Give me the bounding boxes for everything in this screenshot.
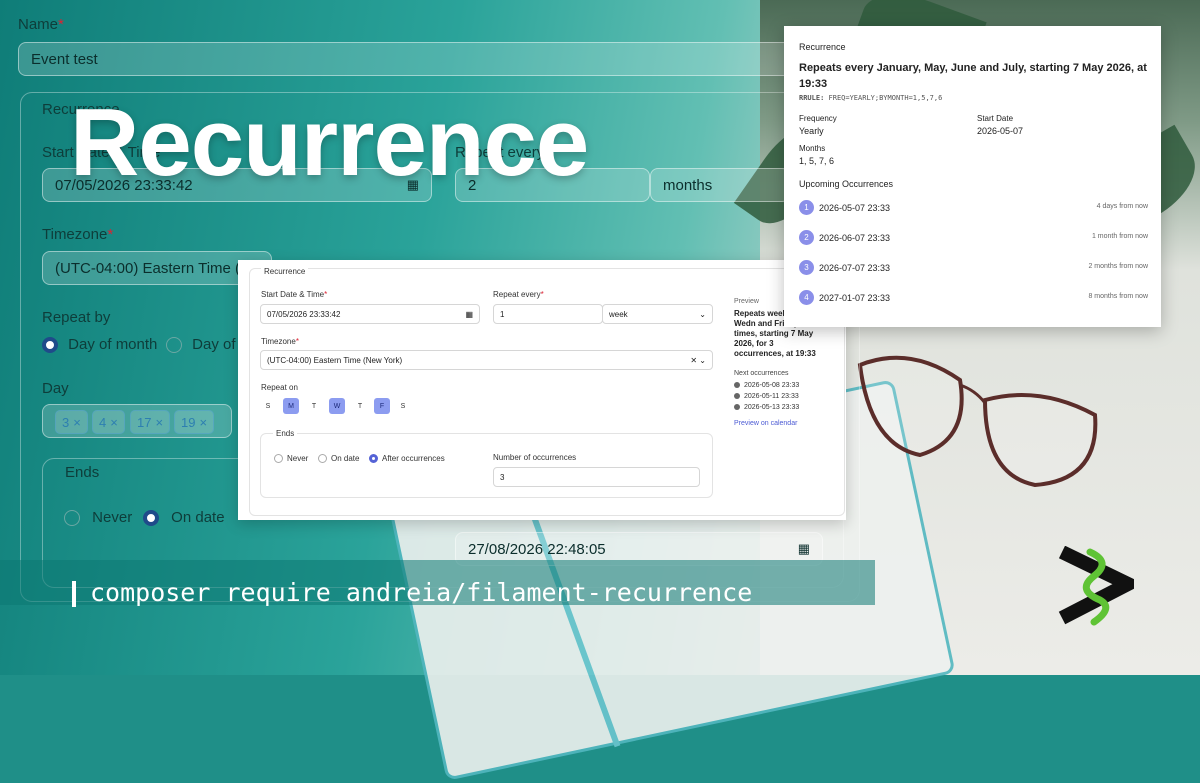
ends-label: Ends: [65, 464, 100, 481]
frequency-label: Frequency: [799, 114, 837, 123]
radio-icon: [64, 510, 80, 527]
radio-selected-icon: [42, 337, 58, 354]
day-toggle-tue[interactable]: T: [306, 398, 322, 414]
repeat-on-label: Repeat on: [261, 383, 298, 392]
timezone-label: Timezone: [261, 337, 296, 346]
repeat-by-day-of[interactable]: Day of: [166, 336, 236, 354]
occurrence-date: 2026-06-07 23:33: [819, 233, 891, 243]
repeat-by-label: Repeat by: [42, 309, 111, 326]
next-occurrence: 2026-05-13 23:33: [734, 404, 799, 411]
ends-section: [260, 433, 713, 498]
brand-logo-icon: [1058, 546, 1134, 626]
preview-calendar-link[interactable]: Preview on calendar: [734, 420, 797, 427]
remove-icon[interactable]: ×: [73, 415, 81, 430]
section-label: Recurrence: [799, 42, 846, 52]
remove-icon[interactable]: ×: [155, 415, 163, 430]
next-occurrences-label: Next occurrences: [734, 370, 789, 377]
occurrence-number: 3: [799, 260, 814, 275]
months-value: 1, 5, 7, 6: [799, 156, 835, 166]
timezone-select[interactable]: (UTC-04:00) Eastern Time (New York) ✕ ⌄: [260, 350, 713, 370]
name-input[interactable]: Event test: [18, 42, 838, 76]
day-pill[interactable]: 19 ×: [174, 410, 215, 434]
day-toggle-sat[interactable]: S: [395, 398, 411, 414]
repeat-unit-select[interactable]: months: [650, 168, 790, 202]
occurrence-number: 4: [799, 290, 814, 305]
radio-icon: [318, 454, 327, 464]
occurrence-relative: 4 days from now: [1096, 203, 1148, 210]
name-label: Name: [18, 16, 59, 33]
start-date-value: 2026-05-07: [977, 126, 1024, 136]
day-toggle-thu[interactable]: T: [352, 398, 368, 414]
ends-label: Ends: [273, 429, 298, 438]
frequency-value: Yearly: [799, 126, 824, 136]
day-toggle-sun[interactable]: S: [260, 398, 276, 414]
start-input[interactable]: 07/05/2026 23:33:42 ▦: [260, 304, 480, 324]
day-pill[interactable]: 17 ×: [130, 410, 171, 434]
next-occurrence: 2026-05-08 23:33: [734, 382, 799, 389]
occurrence-date: 2027-01-07 23:33: [819, 293, 891, 303]
ends-never-option[interactable]: Never: [64, 509, 132, 527]
remove-icon[interactable]: ×: [199, 415, 207, 430]
hero-title: Recurrence: [70, 89, 589, 196]
occurrence-relative: 8 months from now: [1088, 293, 1148, 300]
check-circle-icon: [734, 382, 740, 389]
install-command: composer require andreia/filament-recurr…: [72, 578, 752, 607]
calendar-icon[interactable]: ▦: [465, 310, 473, 319]
start-label: Start Date & Time: [261, 290, 325, 299]
day-toggle-mon[interactable]: M: [283, 398, 299, 414]
chevron-down-icon[interactable]: ⌄: [699, 356, 706, 365]
repeat-every-input[interactable]: 1: [493, 304, 603, 324]
num-occurrences-label: Number of occurrences: [493, 453, 577, 462]
months-label: Months: [799, 144, 826, 153]
num-occurrences-input[interactable]: 3: [493, 467, 700, 487]
occurrence-date: 2026-05-07 23:33: [819, 203, 891, 213]
occurrence-relative: 1 month from now: [1091, 233, 1148, 240]
preview-label: Preview: [734, 298, 759, 305]
radio-icon: [166, 337, 182, 354]
rrule: RRULE: FREQ=YEARLY;BYMONTH=1,5,7,6: [799, 94, 943, 102]
radio-icon: [274, 454, 283, 464]
day-pill[interactable]: 3 ×: [55, 410, 88, 434]
check-circle-icon: [734, 404, 740, 411]
ends-never-option[interactable]: Never: [274, 454, 308, 464]
ends-after-option[interactable]: After occurrences: [369, 454, 445, 464]
day-pill[interactable]: 4 ×: [92, 410, 125, 434]
repeat-every-label: Repeat every: [493, 290, 541, 299]
occurrence-number: 2: [799, 230, 814, 245]
remove-icon[interactable]: ×: [110, 415, 118, 430]
repeat-unit-select[interactable]: week ⌄: [602, 304, 713, 324]
radio-selected-icon: [143, 510, 159, 527]
occurrence-relative: 2 months from now: [1088, 263, 1148, 270]
start-date-label: Start Date: [977, 114, 1014, 123]
section-label: Recurrence: [261, 267, 309, 276]
chevron-down-icon[interactable]: ⌄: [699, 310, 706, 319]
glasses-photo: [857, 355, 1098, 488]
day-toggle-fri[interactable]: F: [374, 398, 390, 414]
day-toggle-wed[interactable]: W: [329, 398, 345, 414]
radio-selected-icon: [369, 454, 378, 464]
next-occurrence: 2026-05-11 23:33: [734, 393, 799, 400]
yearly-recurrence-card: Recurrence Repeats every January, May, J…: [784, 26, 1161, 327]
occurrence-date: 2026-07-07 23:33: [819, 263, 891, 273]
repeat-by-day-of-month[interactable]: Day of month: [42, 336, 157, 354]
ends-on-date-option[interactable]: On date: [143, 509, 225, 527]
headline: Repeats every January, May, June and Jul…: [799, 62, 1147, 90]
day-label: Day: [42, 380, 69, 397]
calendar-icon[interactable]: ▦: [798, 541, 810, 557]
clear-icon[interactable]: ✕: [690, 356, 697, 365]
check-circle-icon: [734, 393, 740, 400]
timezone-label: Timezone: [42, 226, 108, 243]
occurrence-number: 1: [799, 200, 814, 215]
upcoming-label: Upcoming Occurrences: [799, 179, 894, 189]
caret-icon: [72, 581, 76, 607]
ends-on-date-option[interactable]: On date: [318, 454, 359, 464]
weekly-recurrence-card: Recurrence Start Date & Time* 07/05/2026…: [238, 260, 846, 520]
